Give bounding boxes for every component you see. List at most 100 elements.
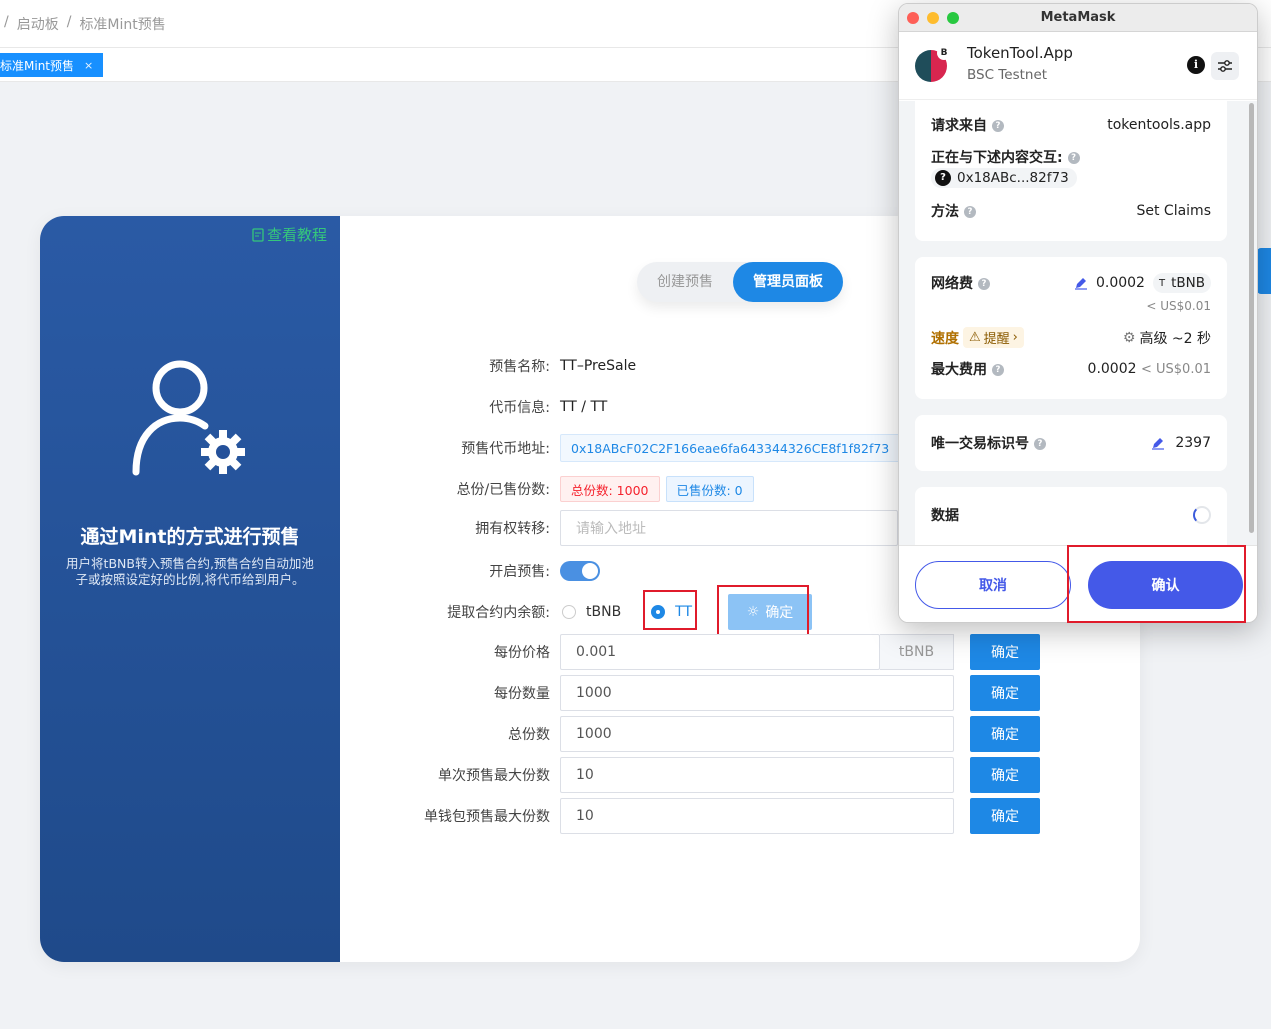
request-from-label: 请求来自 xyxy=(931,118,987,134)
contract-address-pill[interactable]: ? 0x18ABc...82f73 xyxy=(931,168,1077,188)
side-float-button[interactable] xyxy=(1257,248,1271,294)
row-token-info: 代币信息: TT / TT xyxy=(340,390,607,424)
panel-description: 用户将tBNB转入预售合约,预售合约自动加池子或按照设定好的比例,将代币给到用户… xyxy=(66,556,314,587)
fee-token: tBNB xyxy=(1171,275,1205,291)
label-presale-name: 预售名称: xyxy=(489,359,550,375)
fee-value: 0.0002 xyxy=(1095,275,1145,291)
edit-icon[interactable] xyxy=(1151,436,1165,450)
scrollbar-thumb[interactable] xyxy=(1249,103,1254,533)
total-input[interactable]: 1000 xyxy=(560,716,954,752)
chevron-right-icon: › xyxy=(1012,330,1018,345)
metamask-window: MetaMask B TokenTool.App BSC Testnet i 请… xyxy=(898,3,1258,623)
label-open-presale: 开启预售: xyxy=(489,564,550,580)
tab-close-icon[interactable]: × xyxy=(84,59,93,72)
label-qty: 每份数量 xyxy=(494,686,550,702)
max-single-confirm-button[interactable]: 确定 xyxy=(970,757,1040,793)
tab-standard-mint-presale[interactable]: 标准Mint预售 × xyxy=(0,53,104,77)
max-fee-usd: < US$0.01 xyxy=(1140,362,1211,377)
method-row: 方法? Set Claims xyxy=(931,201,1211,221)
help-icon[interactable]: ? xyxy=(1034,438,1046,450)
qty-confirm-button[interactable]: 确定 xyxy=(970,675,1040,711)
nonce-row: 唯一交易标识号? 2397 xyxy=(931,433,1211,453)
sliders-icon[interactable] xyxy=(1211,52,1239,80)
metamask-body: 请求来自? tokentools.app 正在与下述内容交互:? ? 0x18A… xyxy=(899,101,1257,545)
scrollbar[interactable] xyxy=(1247,101,1255,545)
data-card: 数据 xyxy=(915,487,1227,545)
fee-row: 网络费? 0.0002 TtBNB xyxy=(931,273,1211,293)
help-icon[interactable]: ? xyxy=(964,206,976,218)
site-name: TokenTool.App xyxy=(967,44,1073,62)
help-icon[interactable]: ? xyxy=(992,120,1004,132)
speed-label: 速度 xyxy=(931,330,959,347)
tab-create-presale[interactable]: 创建预售 xyxy=(647,262,723,302)
help-icon[interactable]: ? xyxy=(1067,152,1080,164)
total-confirm-button[interactable]: 确定 xyxy=(970,716,1040,752)
total-shares-tag: 总份数: 1000 xyxy=(560,476,660,502)
fee-label: 网络费 xyxy=(931,276,973,292)
row-ownership: 拥有权转移: 请输入地址 xyxy=(340,510,898,546)
book-icon xyxy=(252,227,264,242)
close-window-icon[interactable] xyxy=(907,12,919,24)
tab-admin-panel[interactable]: 管理员面板 xyxy=(733,262,843,302)
request-card: 请求来自? tokentools.app 正在与下述内容交互:? ? 0x18A… xyxy=(915,101,1227,241)
open-presale-toggle[interactable] xyxy=(560,561,600,581)
max-fee-label: 最大费用 xyxy=(931,362,987,378)
request-from-row: 请求来自? tokentools.app xyxy=(931,115,1211,135)
metamask-titlebar: MetaMask xyxy=(899,4,1257,32)
row-total: 总份数 1000 确定 xyxy=(340,716,1040,752)
breadcrumb-sep: / xyxy=(66,14,72,30)
label-max-single: 单次预售最大份数 xyxy=(438,768,550,784)
token-address-box[interactable]: 0x18ABcF02C2F166eae6fa643344326CE8f1f82f… xyxy=(560,434,923,462)
highlight-tt-option xyxy=(643,590,697,630)
network-badge: B xyxy=(937,46,951,60)
price-input[interactable]: 0.001 xyxy=(560,634,880,670)
metamask-header: B TokenTool.App BSC Testnet i xyxy=(899,32,1257,100)
contract-row: ? 0x18ABc...82f73 xyxy=(931,168,1211,188)
fee-token-pill: TtBNB xyxy=(1152,273,1211,293)
info-icon[interactable]: i xyxy=(1187,56,1205,74)
radio-tbnb[interactable]: tBNB xyxy=(562,604,621,620)
window-controls xyxy=(907,12,959,24)
fee-usd-row: < US$0.01 xyxy=(931,299,1211,313)
label-ownership: 拥有权转移: xyxy=(475,521,550,537)
label-token-address: 预售代币地址: xyxy=(461,441,550,457)
method-label: 方法 xyxy=(931,204,959,220)
cancel-button[interactable]: 取消 xyxy=(915,561,1071,609)
label-token-info: 代币信息: xyxy=(489,400,550,416)
label-total: 总份数 xyxy=(508,727,550,743)
method-value: Set Claims xyxy=(1136,203,1211,219)
row-max-wallet: 单钱包预售最大份数 10 确定 xyxy=(340,798,1040,834)
row-token-address: 预售代币地址: 0x18ABcF02C2F166eae6fa643344326C… xyxy=(340,431,923,465)
minimize-window-icon[interactable] xyxy=(927,12,939,24)
data-row: 数据 xyxy=(931,505,1211,525)
token-icon: T xyxy=(1158,277,1166,289)
contract-address: 0x18ABc...82f73 xyxy=(957,170,1069,186)
speed-warning-tag[interactable]: ⚠ 提醒 › xyxy=(963,327,1024,348)
fee-card: 网络费? 0.0002 TtBNB < US$0.01 速度 ⚠ 提醒 › ⚙ 高级 … xyxy=(915,257,1227,399)
edit-icon[interactable] xyxy=(1074,276,1088,290)
row-qty: 每份数量 1000 确定 xyxy=(340,675,1040,711)
max-wallet-input[interactable]: 10 xyxy=(560,798,954,834)
loading-spinner-icon xyxy=(1193,506,1211,524)
tutorial-link[interactable]: 查看教程 xyxy=(252,224,327,245)
maximize-window-icon[interactable] xyxy=(947,12,959,24)
label-withdraw: 提取合约内余额: xyxy=(447,605,550,621)
unknown-contract-icon: ? xyxy=(935,170,951,186)
highlight-confirm-button xyxy=(717,585,809,637)
fee-usd: < US$0.01 xyxy=(1146,299,1211,313)
breadcrumb-current: 标准Mint预售 xyxy=(79,17,166,33)
token-info-value: TT / TT xyxy=(560,399,608,415)
tab-label: 标准Mint预售 xyxy=(0,58,74,73)
max-single-input[interactable]: 10 xyxy=(560,757,954,793)
help-icon[interactable]: ? xyxy=(978,278,990,290)
row-open-presale: 开启预售: xyxy=(340,554,600,588)
price-confirm-button[interactable]: 确定 xyxy=(970,634,1040,670)
sold-shares-tag: 已售份数: 0 xyxy=(665,476,754,502)
qty-input[interactable]: 1000 xyxy=(560,675,954,711)
gear-icon: ⚙ xyxy=(1122,329,1136,346)
radio-tbnb-label: tBNB xyxy=(586,604,622,620)
ownership-address-input[interactable]: 请输入地址 xyxy=(560,510,898,546)
max-wallet-confirm-button[interactable]: 确定 xyxy=(970,798,1040,834)
breadcrumb-launchpad[interactable]: 启动板 xyxy=(17,14,59,34)
help-icon[interactable]: ? xyxy=(992,364,1004,376)
